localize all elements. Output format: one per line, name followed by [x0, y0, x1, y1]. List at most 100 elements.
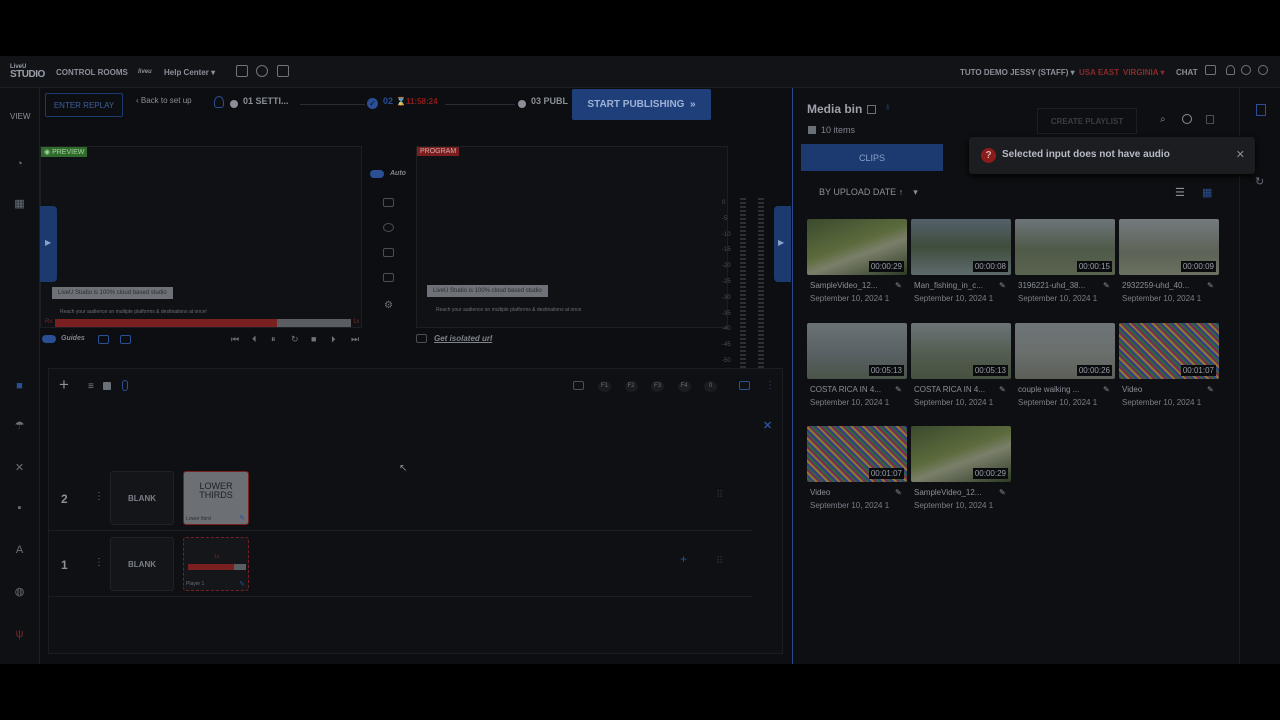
- user-icon[interactable]: [1226, 65, 1235, 75]
- lightbulb-icon[interactable]: ♁: [884, 102, 892, 113]
- text-icon[interactable]: A: [13, 544, 26, 556]
- add-circle-icon[interactable]: [1182, 114, 1192, 124]
- back-to-setup-button[interactable]: ‹ Back to set up: [136, 96, 200, 105]
- skip-forward-icon[interactable]: ⏭: [351, 334, 359, 345]
- drag-handle-icon[interactable]: ⋮: [94, 491, 104, 502]
- duplicate-icon[interactable]: [739, 381, 750, 390]
- list-view-icon[interactable]: ☰: [1175, 186, 1185, 199]
- lower-thirds-card[interactable]: LOWER THIRDS Lower third ✎: [183, 471, 249, 525]
- keyboard-icon[interactable]: [573, 381, 584, 390]
- antenna-icon[interactable]: ☂: [13, 420, 26, 432]
- edit-clip-icon[interactable]: ✎: [895, 385, 902, 394]
- preview-expand-tab[interactable]: ▶: [40, 206, 57, 282]
- search-icon[interactable]: ⌕: [1160, 114, 1166, 125]
- grip-icon[interactable]: ⠿: [716, 490, 723, 501]
- hotkey-f2[interactable]: F2: [624, 381, 638, 392]
- studio-logo[interactable]: LiveU STUDIO: [10, 64, 45, 80]
- step3-label[interactable]: 03 PUBL: [531, 96, 568, 106]
- edit-icon[interactable]: ✎: [239, 580, 245, 588]
- hotkey-0[interactable]: 0: [704, 381, 717, 392]
- start-publishing-button[interactable]: START PUBLISHING »: [572, 89, 711, 120]
- edit-clip-icon[interactable]: ✎: [999, 281, 1006, 290]
- enter-replay-button[interactable]: ENTER REPLAY: [45, 93, 123, 117]
- step1-label[interactable]: 01 SETTI...: [243, 96, 289, 106]
- program-expand-tab[interactable]: ▶: [774, 206, 791, 282]
- edit-clip-icon[interactable]: ✎: [1207, 385, 1214, 394]
- edit-clip-icon[interactable]: ✎: [895, 488, 902, 497]
- preview-monitor[interactable]: ◉ PREVIEW LiveU Studio is 100% cloud bas…: [40, 146, 362, 328]
- signal-icon[interactable]: ψ: [13, 628, 26, 640]
- blank-slot[interactable]: BLANK: [110, 537, 174, 591]
- trash-icon[interactable]: [1206, 115, 1214, 124]
- image-icon[interactable]: [383, 198, 394, 207]
- hotkey-f4[interactable]: F4: [677, 381, 691, 392]
- tools-icon[interactable]: ✕: [13, 462, 26, 474]
- loop-icon[interactable]: ↻: [291, 334, 299, 345]
- prev-frame-icon[interactable]: ⏴: [252, 334, 257, 345]
- copy-icon[interactable]: [867, 105, 876, 114]
- skip-back-icon[interactable]: ⏮: [231, 334, 239, 345]
- camera-switch-icon[interactable]: [383, 248, 394, 257]
- clip-thumbnail[interactable]: 00:01:07: [1119, 323, 1219, 379]
- link-icon[interactable]: [122, 380, 128, 391]
- create-playlist-button[interactable]: CREATE PLAYLIST: [1037, 108, 1137, 134]
- clip-thumbnail[interactable]: 00:00:29: [807, 219, 907, 275]
- clip-thumbnail[interactable]: 00:00:29: [911, 426, 1011, 482]
- info-icon[interactable]: [1258, 65, 1268, 75]
- tab-clips[interactable]: CLIPS: [801, 144, 943, 171]
- blank-slot[interactable]: BLANK: [110, 471, 174, 525]
- gear-icon[interactable]: [1241, 65, 1251, 75]
- lightbulb-icon[interactable]: [214, 96, 224, 108]
- copy-icon[interactable]: [120, 335, 131, 344]
- clip-thumbnail[interactable]: 00:05:13: [807, 323, 907, 379]
- next-frame-icon[interactable]: ⏵: [331, 334, 336, 345]
- select-all-checkbox[interactable]: [808, 126, 816, 134]
- grid-icon[interactable]: ▦: [13, 198, 26, 210]
- calendar-icon[interactable]: [236, 65, 248, 77]
- drag-handle-icon[interactable]: ⋮: [94, 557, 104, 568]
- refresh-icon[interactable]: ↻: [1255, 175, 1264, 188]
- edit-clip-icon[interactable]: ✎: [1103, 385, 1110, 394]
- edit-clip-icon[interactable]: ✎: [1103, 281, 1110, 290]
- dashboard-icon[interactable]: ◔: [13, 158, 26, 170]
- clip-thumbnail[interactable]: 00:00:09: [1119, 219, 1219, 275]
- location-menu[interactable]: VIRGINIA ▾: [1123, 68, 1165, 77]
- edit-clip-icon[interactable]: ✎: [895, 281, 902, 290]
- align-icon[interactable]: ≡: [88, 381, 94, 392]
- lock-icon[interactable]: [103, 382, 111, 390]
- player-card[interactable]: 1x Player 1 ✎: [183, 537, 249, 591]
- camera-icon[interactable]: ■: [13, 380, 26, 392]
- help-center-menu[interactable]: Help Center ▾: [164, 68, 215, 77]
- edit-clip-icon[interactable]: ✎: [999, 488, 1006, 497]
- guides-toggle[interactable]: [42, 335, 56, 343]
- globe-icon[interactable]: [256, 65, 268, 77]
- close-icon[interactable]: ✕: [763, 419, 772, 432]
- sort-dropdown[interactable]: BY UPLOAD DATE ↑ ▾: [819, 187, 918, 198]
- edit-icon[interactable]: ✎: [239, 514, 245, 522]
- grid-view-icon[interactable]: ▦: [1202, 186, 1212, 199]
- layout-icon[interactable]: [277, 65, 289, 77]
- clip-thumbnail[interactable]: 00:00:15: [1015, 219, 1115, 275]
- grip-icon[interactable]: ⠿: [716, 556, 723, 567]
- auto-toggle[interactable]: [370, 170, 384, 178]
- add-layer-button[interactable]: +: [59, 376, 69, 393]
- add-source-button[interactable]: +: [680, 552, 687, 566]
- isolated-url-link[interactable]: Get isolated url: [434, 334, 492, 343]
- chat-bubble-icon[interactable]: [1205, 65, 1216, 75]
- hotkey-f3[interactable]: F3: [651, 381, 664, 392]
- transition-icon[interactable]: [383, 223, 394, 232]
- clip-thumbnail[interactable]: 00:00:26: [1015, 323, 1115, 379]
- clip-thumbnail[interactable]: 00:01:07: [807, 426, 907, 482]
- toast-close-icon[interactable]: ✕: [1236, 148, 1245, 161]
- stop-icon[interactable]: ■: [311, 334, 316, 344]
- clip-thumbnail[interactable]: 00:05:13: [911, 323, 1011, 379]
- step2-label[interactable]: 02: [383, 96, 393, 106]
- record-icon[interactable]: [383, 273, 394, 282]
- comment-icon[interactable]: ▪: [13, 502, 26, 514]
- more-vertical-icon[interactable]: ⋮: [765, 380, 775, 391]
- chat-button[interactable]: CHAT: [1176, 68, 1198, 77]
- mobile-icon[interactable]: [98, 335, 109, 344]
- pause-icon[interactable]: ⏸: [271, 334, 276, 345]
- control-rooms-link[interactable]: CONTROL ROOMS: [56, 68, 128, 77]
- hotkey-f1[interactable]: F1: [598, 381, 611, 392]
